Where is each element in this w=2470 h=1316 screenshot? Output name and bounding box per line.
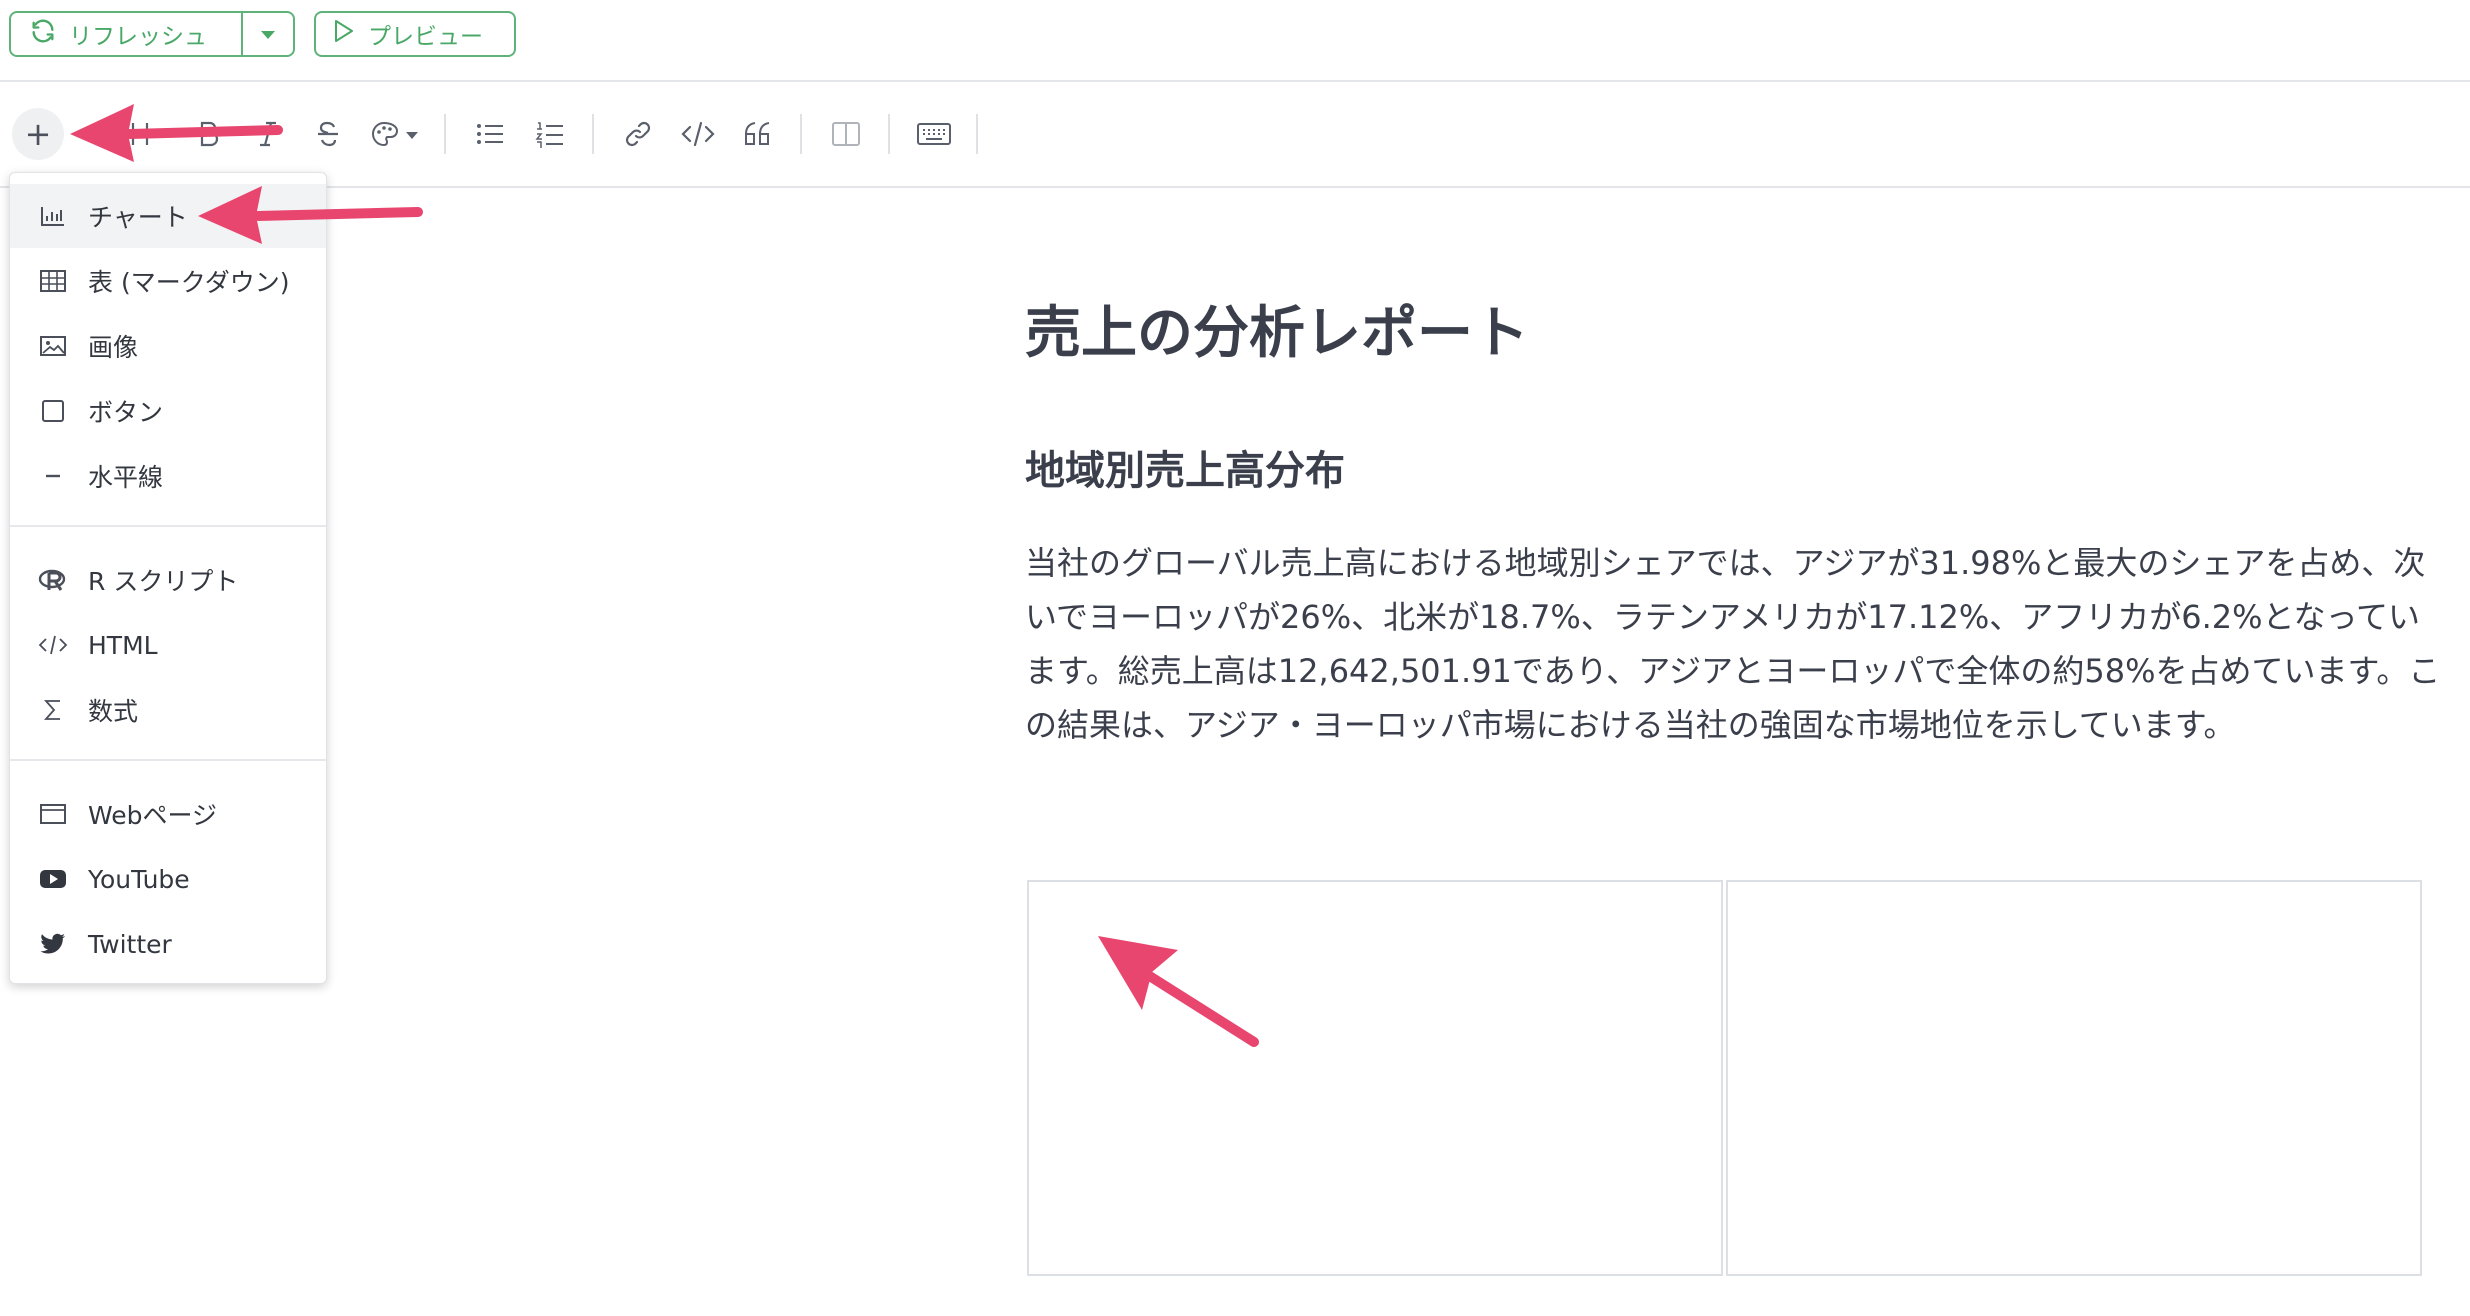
toolbar-bottom-border	[0, 186, 2470, 188]
plus-icon: +	[24, 115, 52, 153]
menu-item-button[interactable]: ボタン	[10, 379, 326, 443]
layout-cell-left[interactable]	[1027, 880, 1723, 1276]
section-paragraph: 当社のグローバル売上高における地域別シェアでは、アジアが31.98%と最大のシェ…	[1025, 544, 2441, 744]
menu-item-chart[interactable]: チャート	[10, 184, 326, 248]
toolbar-divider	[888, 114, 890, 154]
r-icon	[36, 563, 70, 597]
strikethrough-icon[interactable]	[308, 112, 348, 156]
twitter-icon	[36, 927, 70, 961]
menu-divider	[10, 759, 326, 761]
preview-label: プレビュー	[368, 24, 483, 50]
toolbar-divider	[592, 114, 594, 154]
menu-item-label: R スクリプト	[88, 567, 239, 596]
refresh-label: リフレッシュ	[69, 24, 207, 50]
menu-item-r-script[interactable]: R スクリプト	[10, 548, 326, 612]
menu-item-webpage[interactable]: Webページ	[10, 782, 326, 846]
play-icon	[332, 18, 356, 50]
menu-item-image[interactable]: 画像	[10, 314, 326, 378]
code-icon[interactable]	[678, 112, 718, 156]
menu-item-html[interactable]: HTML	[10, 613, 326, 677]
menu-item-label: チャート	[88, 203, 188, 232]
menu-item-label: YouTube	[88, 864, 190, 894]
menu-item-label: 水平線	[88, 463, 164, 492]
refresh-dropdown-button[interactable]	[243, 13, 293, 55]
sigma-icon	[36, 693, 70, 727]
bold-icon[interactable]	[188, 112, 228, 156]
link-icon[interactable]	[618, 112, 658, 156]
menu-item-label: 数式	[88, 697, 139, 726]
menu-item-label: 表 (マークダウン)	[88, 268, 290, 297]
table-icon	[36, 264, 70, 298]
insert-plus-button[interactable]: +	[12, 108, 64, 160]
menu-divider	[10, 525, 326, 527]
image-icon	[36, 329, 70, 363]
insert-menu: チャート 表 (マークダウン) 画像 ボタン 水平線 R スクリプト HTML …	[9, 172, 327, 984]
chart-icon	[36, 199, 70, 233]
menu-item-horizontal-line[interactable]: 水平線	[10, 444, 326, 508]
menu-item-label: Twitter	[88, 929, 172, 959]
refresh-button-group: リフレッシュ	[9, 11, 295, 57]
menu-item-youtube[interactable]: YouTube	[10, 847, 326, 911]
toolbar-divider	[976, 114, 978, 154]
header-divider	[0, 80, 2470, 82]
bullet-list-icon[interactable]	[470, 112, 510, 156]
page-title: 売上の分析レポート	[1025, 301, 1529, 366]
preview-button[interactable]: プレビュー	[314, 11, 516, 57]
menu-item-table[interactable]: 表 (マークダウン)	[10, 249, 326, 313]
youtube-icon	[36, 862, 70, 896]
numbered-list-icon[interactable]	[530, 112, 570, 156]
toolbar-divider	[444, 114, 446, 154]
toolbar-divider	[800, 114, 802, 154]
arrow-to-plus-button	[70, 104, 283, 162]
refresh-button[interactable]: リフレッシュ	[11, 13, 243, 55]
keyboard-icon[interactable]	[914, 112, 954, 156]
menu-item-label: Webページ	[88, 801, 218, 830]
palette-icon[interactable]	[368, 112, 424, 156]
horizontal-line-icon	[36, 459, 70, 493]
browser-icon	[36, 797, 70, 831]
section-heading: 地域別売上高分布	[1025, 448, 1345, 494]
layout-cell-right[interactable]	[1726, 880, 2422, 1276]
heading-icon[interactable]	[120, 112, 160, 156]
italic-icon[interactable]	[248, 112, 288, 156]
caret-down-icon	[259, 21, 277, 47]
quote-icon[interactable]	[738, 112, 778, 156]
menu-item-label: ボタン	[88, 398, 164, 427]
menu-item-label: 画像	[88, 333, 139, 362]
refresh-icon	[29, 17, 57, 51]
html-icon	[36, 628, 70, 662]
split-view-icon[interactable]	[826, 112, 866, 156]
menu-item-label: HTML	[88, 630, 158, 660]
menu-item-formula[interactable]: 数式	[10, 678, 326, 742]
menu-item-twitter[interactable]: Twitter	[10, 912, 326, 976]
button-icon	[36, 394, 70, 428]
